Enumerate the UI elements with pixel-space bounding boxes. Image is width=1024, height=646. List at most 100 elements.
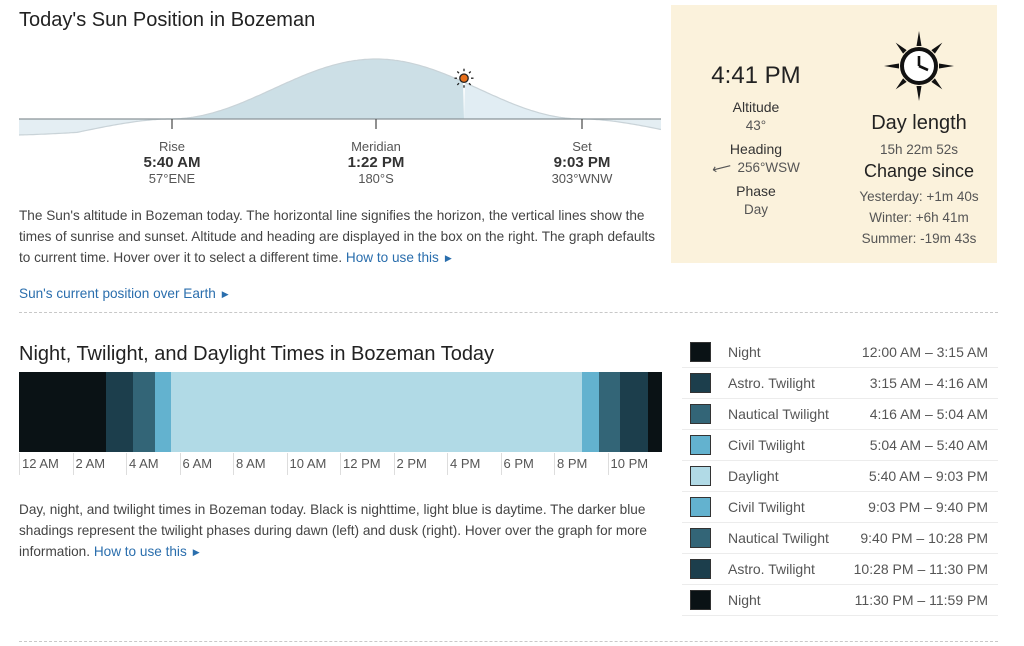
legend-swatch-civil <box>690 435 711 455</box>
legend-phase-name: Nautical Twilight <box>728 406 829 422</box>
day-length-label: Day length <box>871 112 967 134</box>
legend-swatch-night <box>690 342 711 362</box>
sunrise-info: Rise 5:40 AM 57°ENE <box>112 139 232 187</box>
legend-time-range: 5:40 AM – 9:03 PM <box>868 468 988 484</box>
legend-swatch-night <box>690 590 711 610</box>
how-to-use-link-1[interactable]: How to use this ▶ <box>346 250 452 265</box>
altitude-value: 43° <box>745 118 767 133</box>
twilight-segment-astro[interactable] <box>105 372 134 452</box>
section-divider <box>19 312 998 313</box>
sunset-info: Set 9:03 PM 303°WNW <box>522 139 642 187</box>
sun-info-box: 4:41 PM Altitude 43° Heading ⟵ 256°WSW Ph… <box>671 5 997 263</box>
time-axis-tick-label: 8 AM <box>233 453 266 475</box>
twilight-title: Night, Twilight, and Daylight Times in B… <box>19 343 495 365</box>
triangle-right-icon: ▶ <box>444 253 452 263</box>
sun-description: The Sun's altitude in Bozeman today. The… <box>19 205 669 270</box>
legend-time-range: 11:30 PM – 11:59 PM <box>854 592 988 608</box>
legend-time-range: 9:40 PM – 10:28 PM <box>860 530 988 546</box>
time-axis-tick-label: 10 PM <box>607 453 648 475</box>
twilight-segment-astro[interactable] <box>619 372 649 452</box>
time-axis-tick-label: 6 AM <box>179 453 212 475</box>
altitude-label: Altitude <box>732 99 780 115</box>
legend-row: Nautical Twilight 4:16 AM – 5:04 AM <box>682 399 998 430</box>
how-to-use-link-1-label: How to use this <box>345 250 439 265</box>
triangle-right-icon: ▶ <box>221 289 229 299</box>
sunset-time: 9:03 PM <box>553 154 611 171</box>
time-axis-tick-label: 2 AM <box>72 453 105 475</box>
legend-phase-name: Daylight <box>728 468 779 484</box>
legend-swatch-astro <box>690 373 711 393</box>
legend-phase-name: Night <box>728 592 761 608</box>
meridian-label: Meridian <box>351 139 401 154</box>
meridian-info: Meridian 1:22 PM 180°S <box>316 139 436 187</box>
section-divider-bottom <box>19 641 998 642</box>
legend-swatch-nautical <box>690 528 711 548</box>
day-length-column: Day length 15h 22m 52s Change since Yest… <box>841 29 997 249</box>
legend-phase-name: Night <box>728 344 761 360</box>
sun-over-earth-label: Sun's current position over Earth <box>19 286 216 301</box>
twilight-description: Day, night, and twilight times in Bozema… <box>19 499 669 564</box>
legend-phase-name: Civil Twilight <box>728 437 805 453</box>
time-axis-tick-label: 10 AM <box>286 453 326 475</box>
meridian-direction: 180°S <box>358 171 394 186</box>
sunset-label: Set <box>572 139 592 154</box>
heading-label: Heading <box>729 141 783 157</box>
legend-swatch-civil <box>690 497 711 517</box>
legend-phase-name: Astro. Twilight <box>728 561 815 577</box>
change-since-label: Change since <box>863 161 975 181</box>
current-position-column: 4:41 PM Altitude 43° Heading ⟵ 256°WSW Ph… <box>671 61 841 219</box>
legend-row: Daylight 5:40 AM – 9:03 PM <box>682 461 998 492</box>
phase-label: Phase <box>736 183 776 199</box>
sun-altitude-graph[interactable] <box>19 50 661 140</box>
time-axis-tick-label: 12 AM <box>19 453 59 475</box>
legend-time-range: 12:00 AM – 3:15 AM <box>861 344 988 360</box>
legend-row: Astro. Twilight 3:15 AM – 4:16 AM <box>682 368 998 399</box>
sun-position-title: Today's Sun Position in Bozeman <box>19 9 316 31</box>
sunset-direction: 303°WNW <box>551 171 613 186</box>
legend-phase-name: Astro. Twilight <box>728 375 815 391</box>
sunrise-label: Rise <box>158 139 185 154</box>
time-axis-tick-label: 8 PM <box>554 453 587 475</box>
sunrise-time: 5:40 AM <box>143 154 201 171</box>
sun-over-earth-link[interactable]: Sun's current position over Earth ▶ <box>19 286 229 301</box>
how-to-use-link-2[interactable]: How to use this ▶ <box>94 544 200 559</box>
legend-time-range: 10:28 PM – 11:30 PM <box>853 561 988 577</box>
twilight-segment-civil[interactable] <box>154 372 172 452</box>
sun-path-elapsed <box>172 59 464 119</box>
phase-value: Day <box>743 202 768 217</box>
twilight-segment-nautical[interactable] <box>133 372 156 452</box>
legend-row: Night 11:30 PM – 11:59 PM <box>682 585 998 616</box>
legend-time-range: 3:15 AM – 4:16 AM <box>869 375 988 391</box>
triangle-right-icon: ▶ <box>192 547 200 557</box>
legend-phase-name: Civil Twilight <box>728 499 805 515</box>
change-yesterday: Yesterday: +1m 40s <box>859 189 979 204</box>
below-horizon-area-right <box>582 119 661 130</box>
sun-clock-icon <box>884 31 954 101</box>
twilight-segment-night[interactable] <box>647 372 662 452</box>
heading-row: ⟵ 256°WSW <box>671 157 841 178</box>
sunrise-direction: 57°ENE <box>148 171 196 186</box>
sun-marker-icon <box>454 68 474 88</box>
current-time: 4:41 PM <box>711 62 801 89</box>
twilight-segment-civil[interactable] <box>582 372 600 452</box>
how-to-use-link-2-label: How to use this <box>93 544 187 559</box>
time-axis-tick-label: 6 PM <box>500 453 534 475</box>
legend-row: Astro. Twilight 10:28 PM – 11:30 PM <box>682 554 998 585</box>
heading-arrow-icon: ⟵ <box>710 157 733 178</box>
legend-swatch-nautical <box>690 404 711 424</box>
sun-description-text: The Sun's altitude in Bozeman today. The… <box>19 208 656 265</box>
legend-row: Civil Twilight 9:03 PM – 9:40 PM <box>682 492 998 523</box>
time-axis-tick-label: 2 PM <box>393 453 427 475</box>
day-length-value: 15h 22m 52s <box>879 142 959 157</box>
twilight-time-axis: 12 AM 2 AM 4 AM 6 AM 8 AM 10 AM 12 PM 2 PM 4 PM 6… <box>19 453 661 475</box>
twilight-segment-day[interactable] <box>170 372 583 452</box>
twilight-segment-nautical[interactable] <box>598 372 621 452</box>
time-axis-tick-label: 4 PM <box>447 453 480 475</box>
twilight-bar-chart[interactable] <box>19 372 662 452</box>
legend-time-range: 5:04 AM – 5:40 AM <box>869 437 988 453</box>
twilight-segment-night[interactable] <box>19 372 107 452</box>
legend-swatch-astro <box>690 559 711 579</box>
legend-phase-name: Nautical Twilight <box>728 530 829 546</box>
time-axis-tick-label: 4 AM <box>126 453 159 475</box>
legend-swatch-day <box>690 466 711 486</box>
